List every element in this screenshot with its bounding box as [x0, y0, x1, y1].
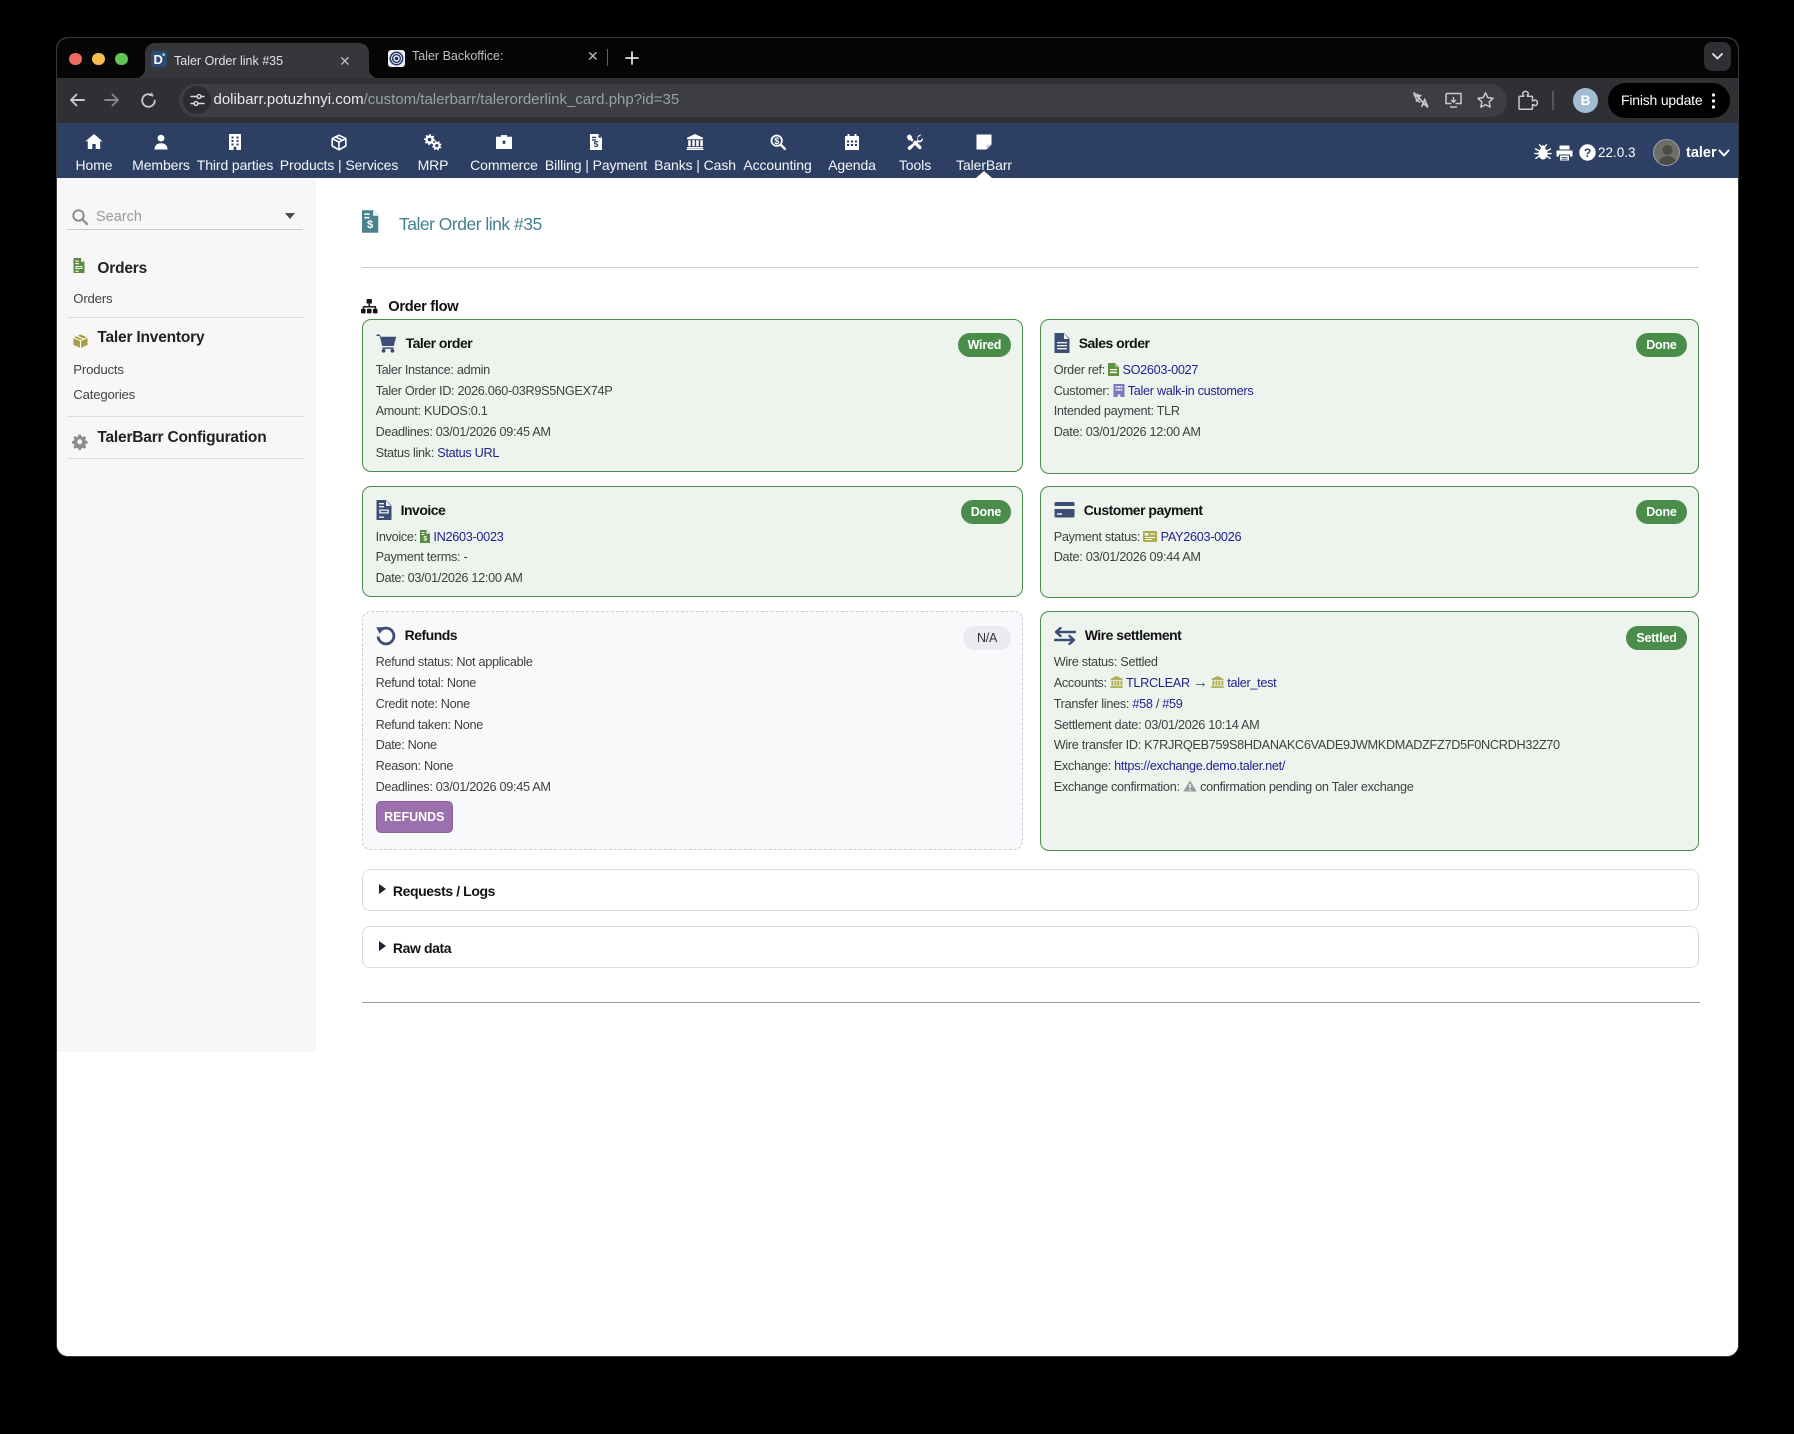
svg-text:D: D	[154, 52, 163, 67]
svg-text:$: $	[367, 219, 374, 231]
svg-text:?: ?	[1584, 146, 1591, 160]
svg-text:$: $	[774, 136, 779, 146]
svg-text:$: $	[594, 139, 599, 149]
